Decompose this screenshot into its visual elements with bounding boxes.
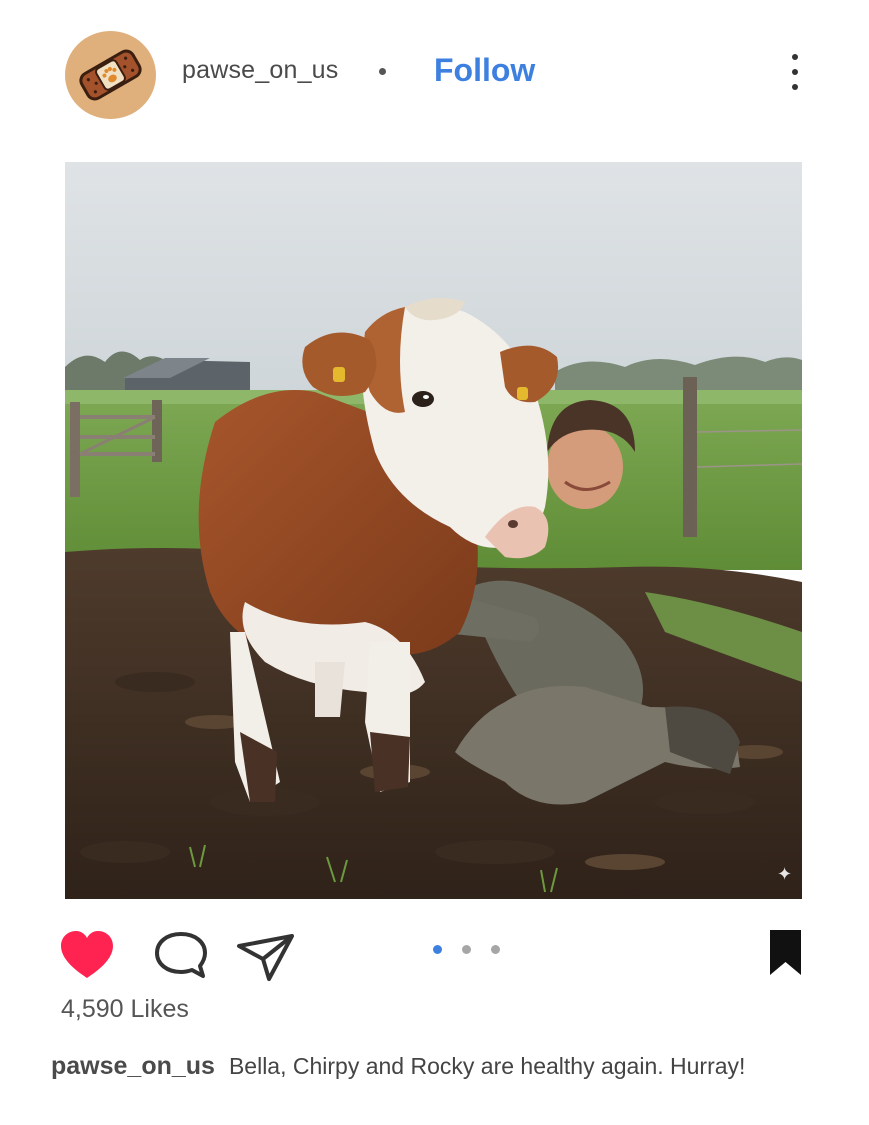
- carousel-dot[interactable]: [491, 945, 500, 954]
- post-username[interactable]: pawse_on_us: [182, 56, 339, 85]
- bookmark-icon[interactable]: [769, 929, 802, 976]
- separator-dot: [379, 68, 386, 75]
- follow-button[interactable]: Follow: [434, 52, 535, 89]
- post-header: pawse_on_us Follow: [0, 0, 869, 150]
- comment-icon[interactable]: [154, 930, 208, 980]
- bandage-paw-icon: [79, 49, 142, 101]
- caption-text: Bella, Chirpy and Rocky are healthy agai…: [228, 1053, 746, 1079]
- heart-icon[interactable]: [59, 930, 115, 980]
- more-options-icon[interactable]: [782, 52, 808, 92]
- likes-count[interactable]: 4,590 Likes: [61, 995, 189, 1024]
- post-actions: [0, 920, 869, 990]
- paper-plane-icon[interactable]: [236, 932, 296, 982]
- post-caption: pawse_on_us Bella, Chirpy and Rocky are h…: [51, 1052, 745, 1081]
- carousel-dot[interactable]: [462, 945, 471, 954]
- avatar[interactable]: [65, 31, 156, 119]
- post-image[interactable]: ✦: [65, 162, 802, 899]
- svg-text:✦: ✦: [777, 864, 792, 885]
- caption-username[interactable]: pawse_on_us: [51, 1052, 215, 1080]
- carousel-dot[interactable]: [433, 945, 442, 954]
